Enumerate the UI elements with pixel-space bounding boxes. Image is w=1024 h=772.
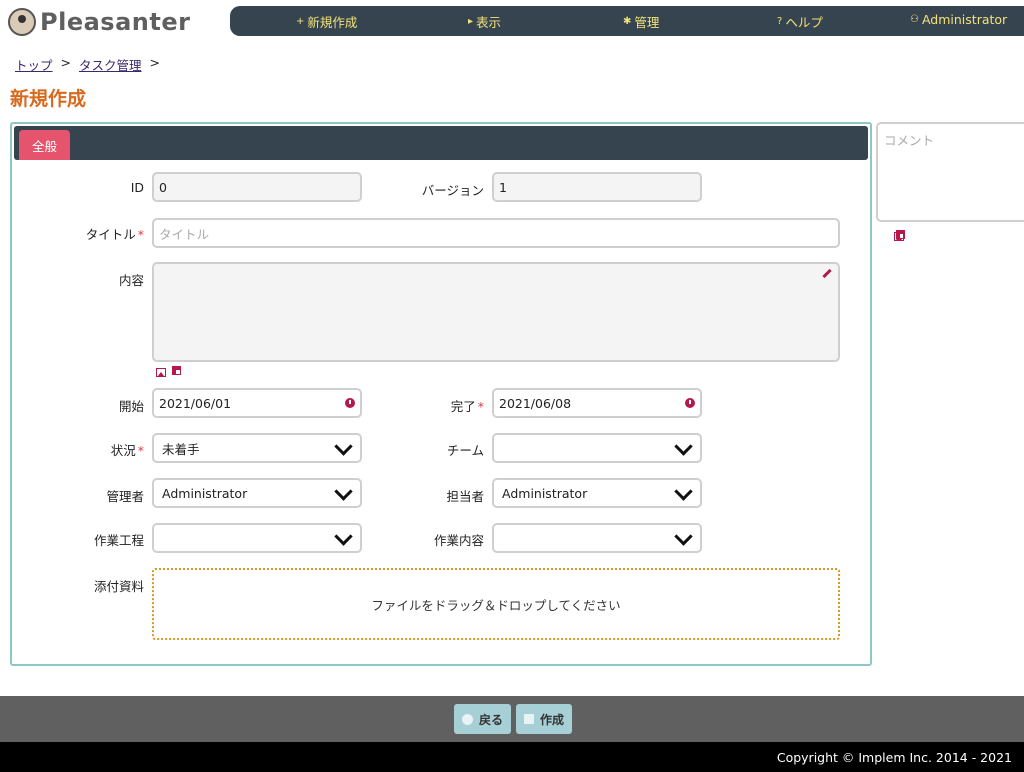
table-icon[interactable] [896,230,905,239]
complete-date-input[interactable]: 2021/06/08 [492,388,702,418]
app-logo[interactable]: Pleasanter [8,6,190,38]
chevron-down-icon [334,484,352,502]
process-label: 作業工程 [93,533,144,548]
status-label: 状況 * [24,440,144,459]
nav-view[interactable]: ▸ 表示 [468,12,501,31]
nav-help-label: ヘルプ [785,15,823,30]
manager-value: Administrator [162,485,248,501]
breadcrumb-separator: > [149,55,160,70]
required-mark: * [477,399,484,414]
owner-select[interactable]: Administrator [492,478,702,508]
nav-user-label: Administrator [921,12,1008,27]
id-label: ID [130,180,144,195]
copyright-text: Copyright © Implem Inc. 2014 - 2021 [776,749,1012,765]
chevron-down-icon [674,439,692,457]
required-mark: * [137,443,144,458]
clock-icon[interactable] [685,398,695,408]
tab-general[interactable]: 全般 [19,130,70,160]
file-dropzone[interactable]: ファイルをドラッグ＆ドロップしてください [152,568,840,640]
id-field: 0 [152,172,362,202]
body-label: 内容 [118,273,144,288]
action-bar [0,696,1024,742]
title-placeholder: タイトル [159,226,210,242]
work-label: 作業内容 [433,533,484,548]
work-select[interactable] [492,523,702,553]
version-field: 1 [492,172,702,202]
start-date-input[interactable]: 2021/06/01 [152,388,362,418]
clock-icon[interactable] [345,398,355,408]
status-select[interactable]: 未着手 [152,433,362,463]
version-label: バージョン [421,183,484,198]
nav-new[interactable]: + 新規作成 [296,12,357,31]
title-label-text: タイトル [85,227,136,242]
title-label: タイトル * [24,224,144,243]
complete-label: 完了 * [364,396,484,415]
nav-help[interactable]: ? ヘルプ [777,12,823,31]
gear-icon: ✱ [623,16,632,27]
complete-date-value: 2021/06/08 [499,395,572,411]
back-button[interactable]: 戻る [454,704,512,734]
process-select[interactable] [152,523,362,553]
chevron-down-icon [674,529,692,547]
back-button-label: 戻る [479,712,504,727]
manager-label: 管理者 [106,489,144,504]
manager-select[interactable]: Administrator [152,478,362,508]
nav-user[interactable]: ⚇ Administrator [910,12,1007,27]
status-value: 未着手 [162,441,200,457]
breadcrumb-tasks[interactable]: タスク管理 [79,55,142,74]
triangle-right-icon: ▸ [468,16,474,27]
chevron-down-icon [334,439,352,457]
breadcrumb-top[interactable]: トップ [15,55,53,74]
team-label: チーム [446,443,484,458]
owner-label: 担当者 [446,489,484,504]
nav-new-label: 新規作成 [307,15,358,30]
team-select[interactable] [492,433,702,463]
save-icon [524,714,534,724]
status-label-text: 状況 [110,443,136,458]
person-icon: ⚇ [910,14,919,25]
plus-icon: + [296,16,305,27]
question-icon: ? [777,16,783,27]
create-button-label: 作成 [540,712,565,727]
image-icon[interactable] [156,368,166,377]
nav-manage[interactable]: ✱ 管理 [623,12,659,31]
owner-value: Administrator [502,485,588,501]
top-navigation: + 新規作成 ▸ 表示 ✱ 管理 ? ヘルプ ⚇ Administrator [230,6,1024,36]
table-icon[interactable] [172,366,181,375]
required-mark: * [137,227,144,242]
app-name: Pleasanter [40,8,191,36]
breadcrumb: トップ > タスク管理 > [15,55,160,74]
tab-bar [14,126,868,160]
chevron-down-icon [334,529,352,547]
start-date-value: 2021/06/01 [159,395,232,411]
body-textarea[interactable] [152,262,840,362]
nav-manage-label: 管理 [634,15,660,30]
attachments-label: 添付資料 [93,579,144,594]
logo-icon [8,8,36,36]
breadcrumb-separator: > [60,55,71,70]
edit-pencil-icon[interactable] [822,268,832,279]
page-title: 新規作成 [10,88,87,110]
complete-label-text: 完了 [450,399,476,414]
create-button[interactable]: 作成 [516,704,573,734]
title-input[interactable]: タイトル [152,218,840,248]
comment-input[interactable]: コメント [876,122,1024,222]
nav-view-label: 表示 [476,15,502,30]
chevron-down-icon [674,484,692,502]
back-arrow-icon [462,713,473,725]
footer: Copyright © Implem Inc. 2014 - 2021 [0,742,1024,772]
start-label: 開始 [118,399,144,414]
